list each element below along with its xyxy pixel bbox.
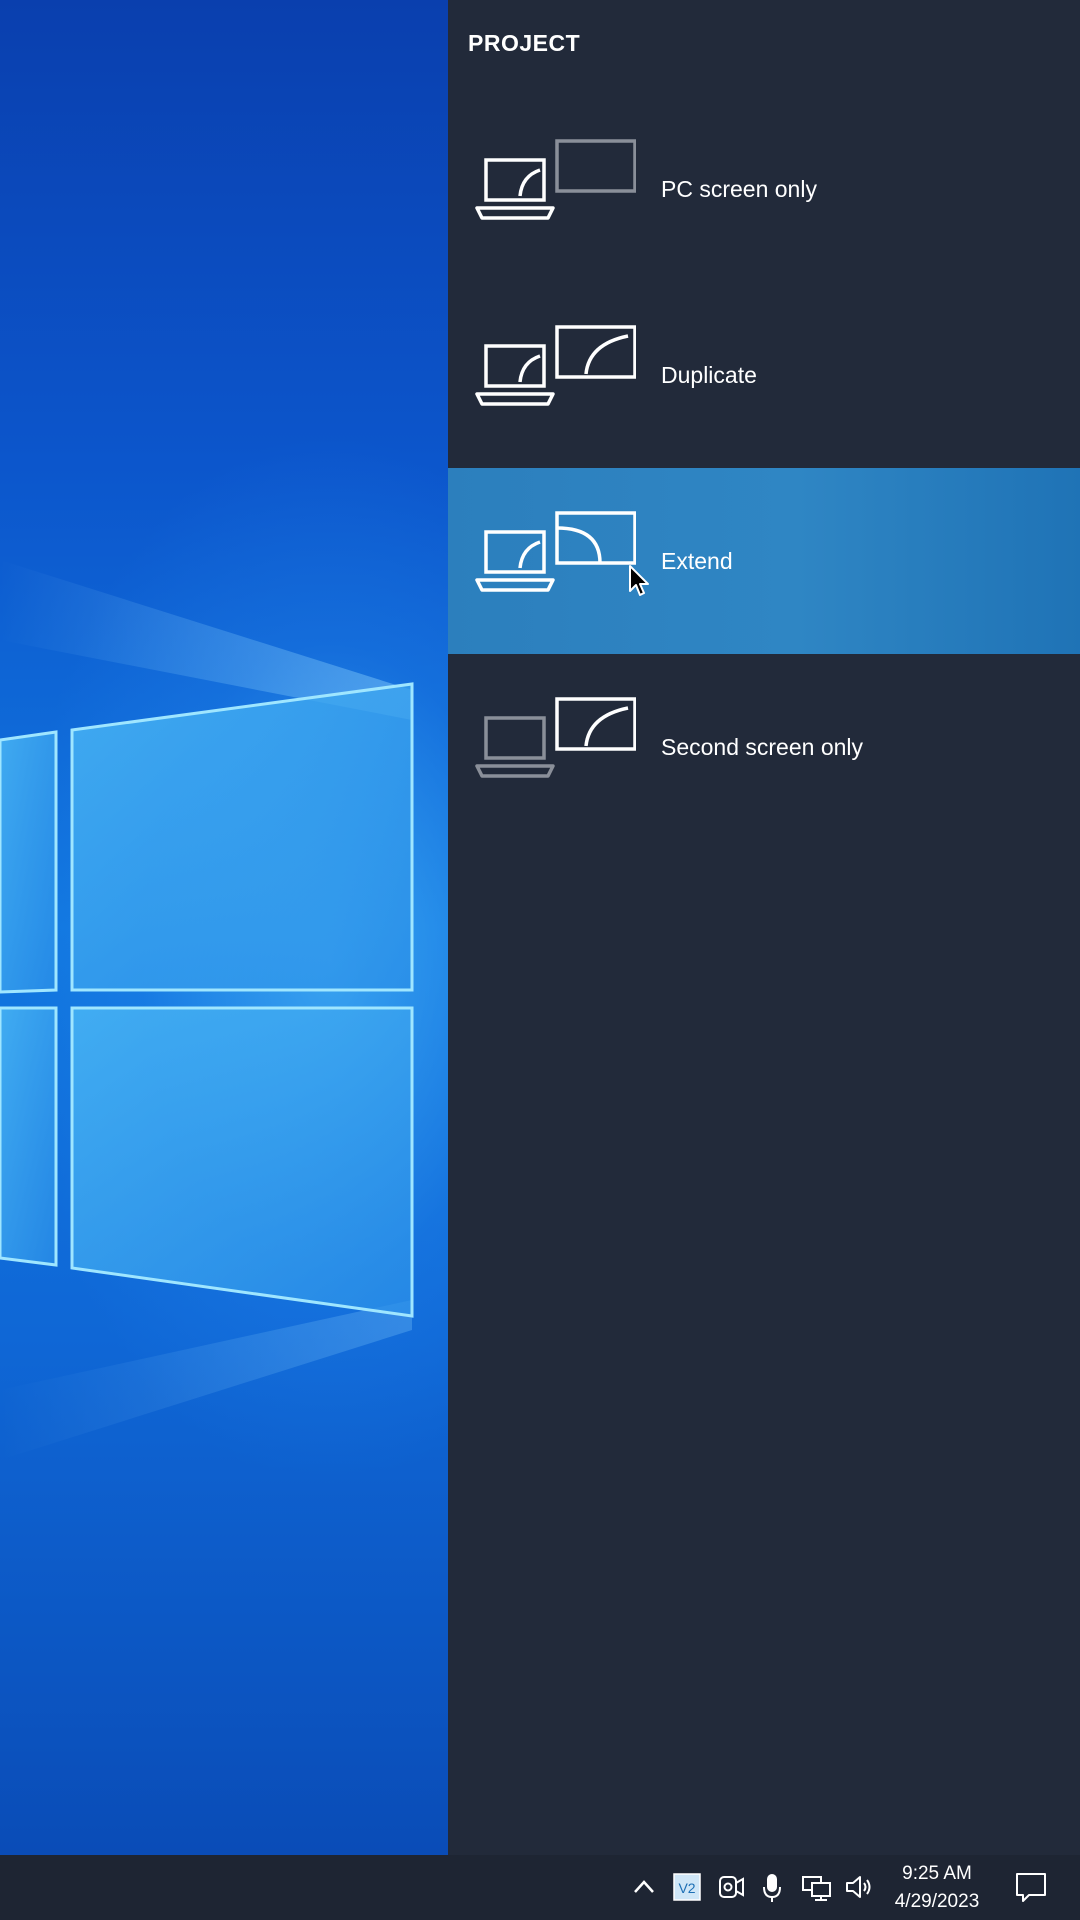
option-label: Second screen only xyxy=(661,734,864,760)
option-second-screen-only[interactable]: Second screen only xyxy=(448,654,1080,840)
duplicate-icon xyxy=(475,325,636,406)
microphone-icon[interactable] xyxy=(760,1869,784,1905)
option-extend[interactable]: Extend xyxy=(448,468,1080,654)
notification-icon[interactable] xyxy=(1014,1869,1048,1905)
volume-icon[interactable] xyxy=(844,1869,874,1905)
svg-text:V2: V2 xyxy=(678,1880,695,1896)
mouse-cursor-icon xyxy=(629,565,649,596)
camera-icon[interactable] xyxy=(716,1869,746,1905)
app-v2-icon[interactable]: V2 xyxy=(672,1869,702,1905)
pc-screen-only-icon xyxy=(475,139,636,220)
option-pc-screen-only[interactable]: PC screen only xyxy=(448,96,1080,282)
panel-title: PROJECT xyxy=(468,30,581,56)
chevron-up-icon[interactable] xyxy=(630,1869,658,1905)
option-label: Extend xyxy=(661,548,733,574)
taskbar: V2 9:25 AM 4/29/2023 xyxy=(0,1855,1080,1920)
network-icon[interactable] xyxy=(800,1869,832,1905)
project-panel: PROJECT PC screen only Duplicate Extend … xyxy=(448,0,1080,1855)
clock-date: 4/29/2023 xyxy=(894,1891,980,1912)
second-screen-only-icon xyxy=(475,697,636,778)
option-label: PC screen only xyxy=(661,176,817,202)
clock-time: 9:25 AM xyxy=(902,1863,972,1884)
option-label: Duplicate xyxy=(661,362,757,388)
desktop-wallpaper xyxy=(0,0,448,1855)
screen: PROJECT PC screen only Duplicate Extend … xyxy=(0,0,1080,1920)
option-duplicate[interactable]: Duplicate xyxy=(448,282,1080,468)
extend-icon xyxy=(475,511,636,592)
taskbar-clock[interactable]: 9:25 AM 4/29/2023 xyxy=(884,1860,990,1916)
windows-logo-icon xyxy=(0,560,414,1460)
